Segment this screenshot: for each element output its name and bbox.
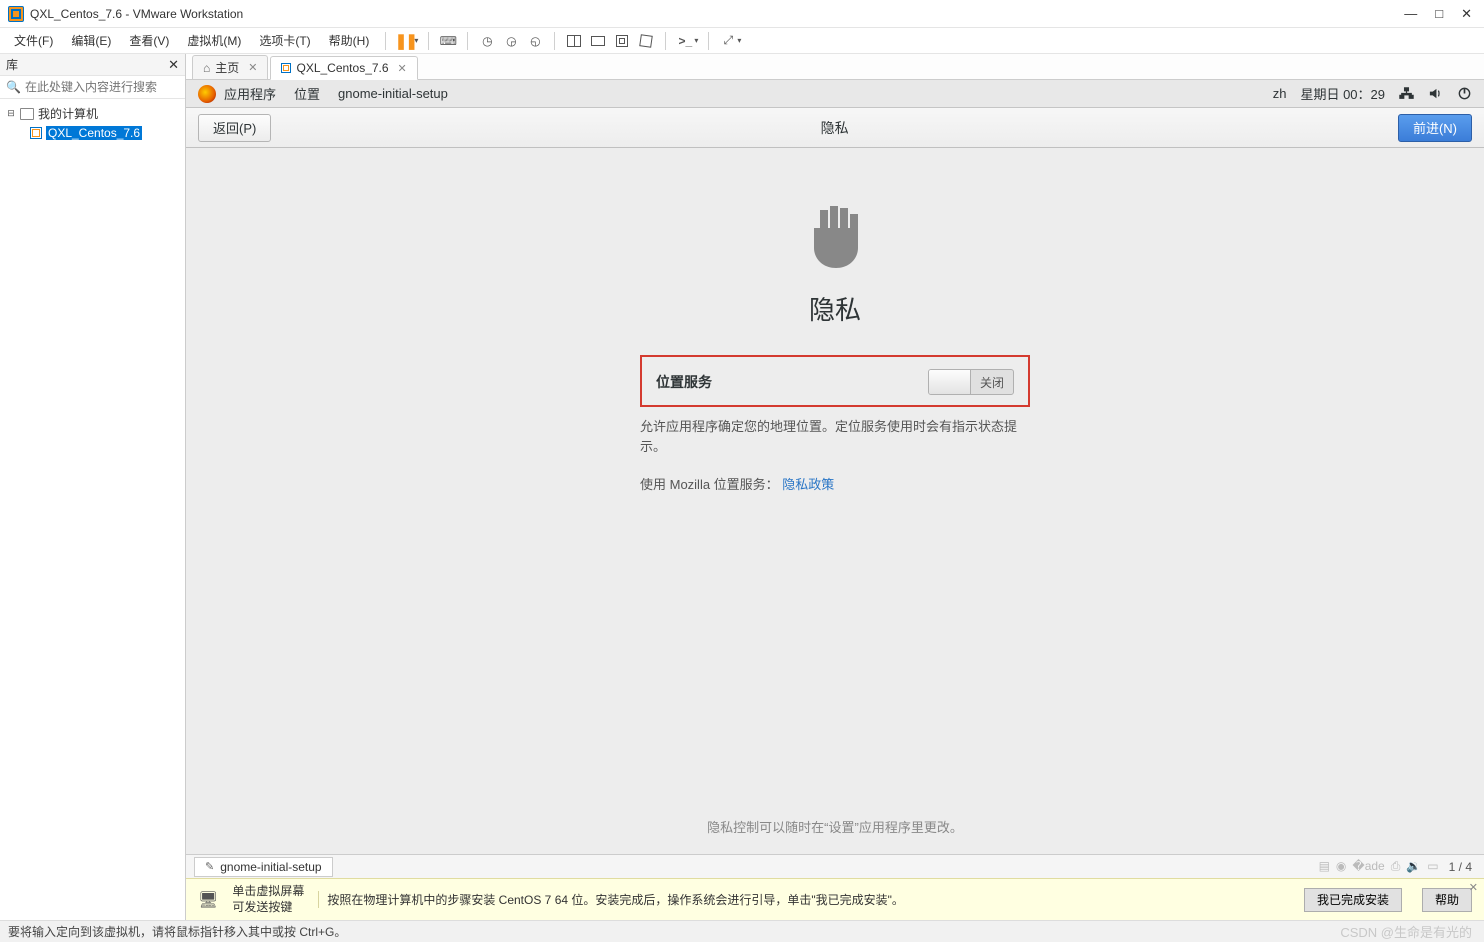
- hintbar-focus-text: 单击虚拟屏幕 可发送按键: [232, 884, 304, 915]
- install-done-button[interactable]: 我已完成安装: [1304, 888, 1402, 912]
- vmware-hintbar: ✕ 🖥 单击虚拟屏幕 可发送按键 按照在物理计算机中的步骤安装 CentOS 7…: [186, 878, 1484, 920]
- vm-icon: [30, 127, 42, 139]
- pause-button[interactable]: ❚❚: [394, 30, 416, 52]
- tab-vm-label: QXL_Centos_7.6: [296, 61, 388, 75]
- tray-display-icon[interactable]: ▭: [1427, 859, 1438, 874]
- network-icon[interactable]: [1399, 86, 1414, 101]
- tab-home-label: 主页: [215, 59, 239, 76]
- tab-home[interactable]: ⌂ 主页 ✕: [192, 55, 268, 79]
- close-button[interactable]: ✕: [1461, 7, 1472, 20]
- vm-tab-icon: [281, 63, 291, 73]
- snapshot-manage-icon[interactable]: ◶: [500, 30, 522, 52]
- tree-root-label: 我的计算机: [38, 105, 98, 122]
- snapshot-icon[interactable]: ◷: [476, 30, 498, 52]
- privacy-hand-icon: [800, 198, 870, 278]
- menu-vm[interactable]: 虚拟机(M): [179, 29, 249, 52]
- sidebar-title: 库: [6, 56, 18, 73]
- location-service-switch[interactable]: 关闭: [928, 369, 1014, 395]
- tab-home-close-icon[interactable]: ✕: [248, 61, 257, 74]
- console-dropdown-icon[interactable]: ▾: [694, 36, 700, 45]
- view-fullscreen-icon[interactable]: [635, 30, 657, 52]
- tab-vm-close-icon[interactable]: ✕: [398, 62, 407, 75]
- vm-taskbar: ✎ gnome-initial-setup ▤ ◉ �ade ⎙ 🔉 ▭ 1 /…: [186, 854, 1484, 878]
- tree-vm-label: QXL_Centos_7.6: [46, 126, 142, 140]
- next-button[interactable]: 前进(N): [1398, 114, 1472, 142]
- power-icon[interactable]: [1457, 86, 1472, 101]
- mozilla-note-prefix: 使用 Mozilla 位置服务：: [640, 477, 782, 492]
- tray-cd-icon[interactable]: ◉: [1336, 859, 1346, 874]
- gnome-clock[interactable]: 星期日 00：29: [1300, 84, 1385, 103]
- menu-help[interactable]: 帮助(H): [321, 29, 378, 52]
- tray-disk-icon[interactable]: ▤: [1319, 859, 1330, 874]
- hintbar-close-icon[interactable]: ✕: [1469, 881, 1478, 894]
- volume-icon[interactable]: [1428, 86, 1443, 101]
- location-service-label: 位置服务: [656, 372, 712, 392]
- search-icon: 🔍: [6, 80, 21, 94]
- tab-vm[interactable]: QXL_Centos_7.6 ✕: [270, 56, 417, 80]
- tray-usb-icon[interactable]: ⎙: [1391, 859, 1401, 874]
- gnome-lang-indicator[interactable]: zh: [1273, 86, 1287, 101]
- firefox-icon[interactable]: [198, 85, 216, 103]
- watermark-text: CSDN @生命是有光的: [1340, 922, 1476, 941]
- snapshot-revert-icon[interactable]: ◵: [524, 30, 546, 52]
- mozilla-service-note: 使用 Mozilla 位置服务： 隐私政策: [640, 474, 1030, 493]
- stretch-dropdown-icon[interactable]: ▾: [737, 36, 743, 45]
- help-button[interactable]: 帮助: [1422, 888, 1472, 912]
- minimize-button[interactable]: —: [1404, 7, 1417, 20]
- view-split-icon[interactable]: [563, 30, 585, 52]
- console-icon[interactable]: >_: [674, 30, 696, 52]
- send-ctrl-alt-del-icon[interactable]: ⌨: [437, 30, 459, 52]
- tree-collapse-icon[interactable]: ⊟: [6, 108, 16, 119]
- gnome-headerbar: 返回(P) 隐私 前进(N): [186, 108, 1484, 148]
- view-single-icon[interactable]: [587, 30, 609, 52]
- location-service-description: 允许应用程序确定您的地理位置。定位服务使用时会有指示状态提示。: [640, 417, 1030, 456]
- sidebar-close-icon[interactable]: ✕: [168, 57, 179, 73]
- library-search-input[interactable]: [25, 80, 180, 94]
- menu-edit[interactable]: 编辑(E): [63, 29, 119, 52]
- vmware-logo-icon: [8, 6, 24, 22]
- hintbar-screen-icon: 🖥: [198, 890, 218, 910]
- privacy-heading: 隐私: [809, 290, 861, 327]
- location-service-row: 位置服务 关闭: [640, 355, 1030, 407]
- hintbar-install-text: 按照在物理计算机中的步骤安装 CentOS 7 64 位。安装完成后，操作系统会…: [318, 891, 1284, 908]
- tree-root-my-computer[interactable]: ⊟ 我的计算机: [2, 103, 183, 124]
- privacy-policy-link[interactable]: 隐私政策: [782, 477, 834, 492]
- gnome-setup-body: 隐私 位置服务 关闭 允许应用程序确定您的地理位置。定位服务使用时会有指示状态提…: [186, 148, 1484, 854]
- switch-knob: [929, 370, 971, 394]
- menubar: 文件(F) 编辑(E) 查看(V) 虚拟机(M) 选项卡(T) 帮助(H) ❚❚…: [0, 28, 1484, 54]
- guest-tray-icons: ▤ ◉ �ade ⎙ 🔉 ▭: [1319, 859, 1439, 874]
- view-unity-icon[interactable]: [611, 30, 633, 52]
- gnome-active-app[interactable]: gnome-initial-setup: [338, 86, 448, 101]
- menu-tabs[interactable]: 选项卡(T): [251, 29, 318, 52]
- gnome-apps-menu[interactable]: 应用程序: [224, 84, 276, 103]
- gnome-header-title: 隐私: [271, 118, 1398, 138]
- switch-state-label: 关闭: [971, 374, 1013, 391]
- menu-view[interactable]: 查看(V): [121, 29, 177, 52]
- gnome-topbar: 应用程序 位置 gnome-initial-setup zh 星期日 00：29: [186, 80, 1484, 108]
- computer-icon: [20, 108, 34, 120]
- statusbar-text: 要将输入定向到该虚拟机，请将鼠标指针移入其中或按 Ctrl+G。: [8, 923, 346, 940]
- workspace-pager[interactable]: 1 / 4: [1449, 860, 1476, 874]
- statusbar: 要将输入定向到该虚拟机，请将鼠标指针移入其中或按 Ctrl+G。 CSDN @生…: [0, 920, 1484, 942]
- back-button[interactable]: 返回(P): [198, 114, 271, 142]
- maximize-button[interactable]: □: [1435, 7, 1443, 20]
- content-area: ⌂ 主页 ✕ QXL_Centos_7.6 ✕ 应用程序 位置 gnome-in…: [186, 54, 1484, 920]
- task-label: gnome-initial-setup: [220, 860, 321, 874]
- window-titlebar: QXL_Centos_7.6 - VMware Workstation — □ …: [0, 0, 1484, 28]
- tabs-row: ⌂ 主页 ✕ QXL_Centos_7.6 ✕: [186, 54, 1484, 80]
- stretch-icon[interactable]: ⤢: [717, 30, 739, 52]
- menu-file[interactable]: 文件(F): [6, 29, 61, 52]
- tray-sound-icon[interactable]: 🔉: [1406, 859, 1421, 874]
- tray-net-icon[interactable]: �ade: [1352, 859, 1384, 874]
- library-sidebar: 库 ✕ 🔍 ▼ ⊟ 我的计算机 QXL_Centos_7.6: [0, 54, 186, 920]
- pause-dropdown-icon[interactable]: ▾: [414, 36, 420, 45]
- home-icon: ⌂: [203, 61, 210, 75]
- guest-task-gnome-initial-setup[interactable]: ✎ gnome-initial-setup: [194, 857, 333, 877]
- privacy-footer-note: 隐私控制可以随时在“设置”应用程序里更改。: [707, 817, 963, 836]
- gnome-places-menu[interactable]: 位置: [294, 84, 320, 103]
- task-app-icon: ✎: [205, 860, 214, 873]
- window-title: QXL_Centos_7.6 - VMware Workstation: [30, 7, 1404, 21]
- tree-vm-qxl-centos[interactable]: QXL_Centos_7.6: [2, 124, 183, 142]
